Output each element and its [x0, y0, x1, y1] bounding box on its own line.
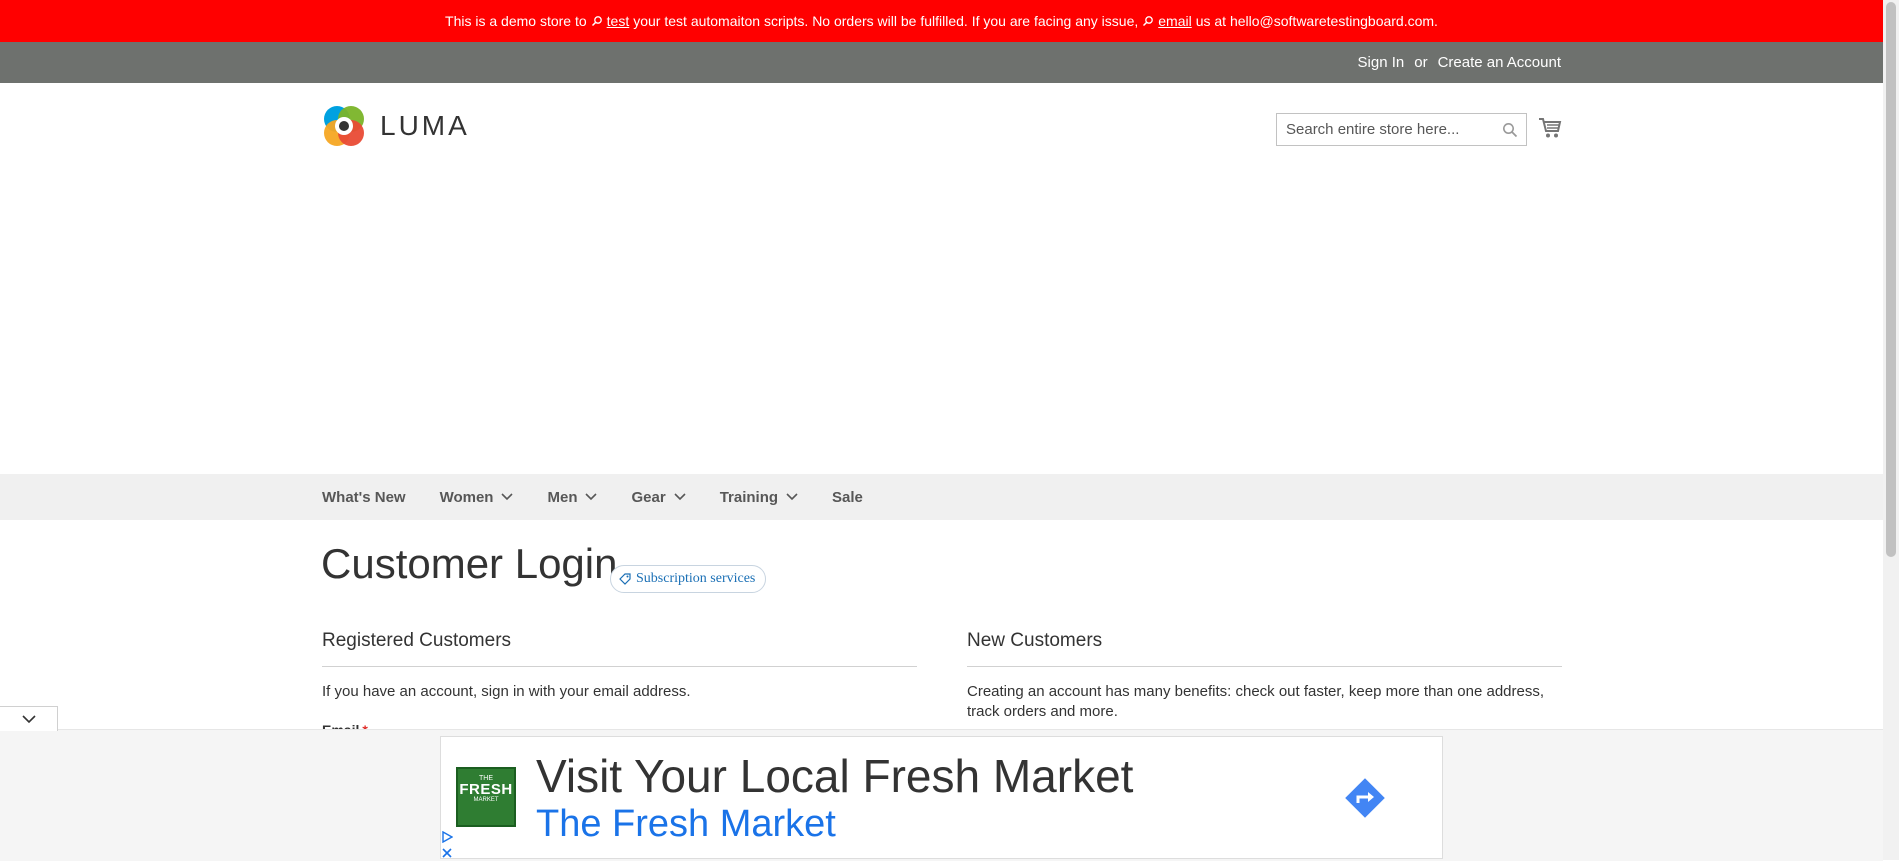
nav-label: Women	[439, 488, 494, 506]
nav-item-women[interactable]: Women	[440, 489, 514, 506]
chevron-down-icon	[21, 714, 36, 723]
nav-label: What's New	[322, 488, 406, 506]
page-title: Customer Login	[321, 540, 618, 587]
nav-item-gear[interactable]: Gear	[631, 488, 686, 506]
main-nav: What's New Women Men Gear Training Sale	[0, 474, 1883, 520]
divider	[967, 666, 1562, 667]
search-icon[interactable]	[1502, 122, 1518, 138]
directions-icon[interactable]	[1341, 774, 1389, 822]
search-icon	[591, 16, 602, 27]
store-logo[interactable]: LUMA	[322, 104, 470, 148]
ad-brand-name: The Fresh Market	[536, 803, 836, 845]
notice-text-3: us at hello@softwaretestingboard.com.	[1195, 13, 1438, 29]
close-icon[interactable]	[441, 847, 453, 859]
search-input[interactable]	[1277, 114, 1486, 144]
advertisement-banner[interactable]: THE FRESH MARKET Visit Your Local Fresh …	[440, 736, 1443, 859]
search-icon	[1143, 16, 1154, 27]
ad-logo-line2: FRESH	[459, 781, 513, 798]
luma-logo-icon	[324, 106, 364, 146]
chevron-down-icon	[674, 493, 686, 501]
nav-label: Sale	[832, 488, 863, 506]
nav-label: Men	[547, 488, 578, 506]
top-links-bar: Sign In or Create an Account	[0, 42, 1883, 83]
scrollbar-thumb[interactable]	[1886, 2, 1896, 557]
scrollbar[interactable]	[1883, 0, 1899, 860]
search-box	[1276, 113, 1527, 146]
notice-text-2: your test automaiton scripts. No orders …	[633, 13, 1139, 29]
divider	[322, 666, 917, 667]
create-account-link[interactable]: Create an Account	[1438, 54, 1561, 71]
chevron-down-icon	[585, 493, 598, 501]
chevron-down-icon	[786, 493, 798, 501]
nav-item-training[interactable]: Training	[720, 489, 798, 506]
registered-intro: If you have an account, sign in with you…	[322, 683, 691, 700]
logo-text: LUMA	[380, 110, 470, 141]
nav-label: Training	[719, 488, 779, 506]
or-separator: or	[1414, 54, 1428, 71]
new-customers-title: New Customers	[967, 630, 1103, 651]
badge-label: Subscription services	[636, 571, 756, 586]
nav-label: Gear	[631, 488, 666, 506]
notice-text-1: This is a demo store to	[445, 13, 587, 29]
collapse-ad-button[interactable]	[0, 706, 58, 731]
nav-item-sale[interactable]: Sale	[832, 489, 863, 506]
chevron-down-icon	[501, 493, 514, 501]
new-customers-intro: Creating an account has many benefits: c…	[967, 683, 1545, 720]
nav-item-men[interactable]: Men	[547, 488, 598, 506]
tag-icon	[619, 573, 631, 585]
adchoices-icon[interactable]	[441, 831, 453, 843]
fresh-market-logo: THE FRESH MARKET	[456, 767, 516, 827]
demo-notice-bar: This is a demo store to test your test a…	[0, 0, 1883, 42]
nav-item-whats-new[interactable]: What's New	[322, 489, 406, 506]
cart-icon[interactable]	[1538, 117, 1562, 139]
subscription-services-badge[interactable]: Subscription services	[610, 565, 767, 593]
notice-link-email[interactable]: email	[1158, 13, 1191, 29]
sign-in-link[interactable]: Sign In	[1358, 54, 1405, 71]
registered-customers-title: Registered Customers	[322, 630, 512, 651]
notice-link-test[interactable]: test	[607, 13, 630, 29]
ad-headline: Visit Your Local Fresh Market	[536, 750, 1134, 802]
